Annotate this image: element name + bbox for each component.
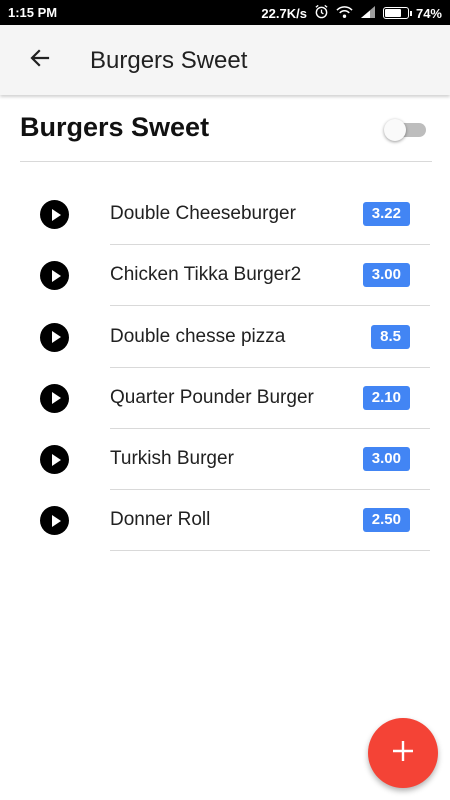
list-item-body: Chicken Tikka Burger2 3.00 bbox=[110, 245, 430, 307]
arrow-left-icon bbox=[28, 46, 52, 75]
list-item-body: Turkish Burger 3.00 bbox=[110, 429, 430, 491]
list-item[interactable]: Double Cheeseburger 3.22 bbox=[0, 184, 450, 245]
price-badge: 3.00 bbox=[362, 447, 410, 472]
price-badge: 2.10 bbox=[362, 385, 410, 410]
battery-percent: 74% bbox=[415, 5, 442, 21]
battery-fill bbox=[384, 9, 401, 17]
item-name: Double chesse pizza bbox=[110, 325, 286, 347]
play-icon[interactable] bbox=[40, 383, 69, 413]
back-button[interactable] bbox=[20, 42, 60, 78]
signal-icon bbox=[360, 5, 376, 22]
price-badge: 3.22 bbox=[362, 202, 410, 226]
price-badge: 8.5 bbox=[371, 324, 410, 349]
play-icon[interactable] bbox=[40, 445, 69, 475]
play-icon[interactable] bbox=[40, 261, 69, 291]
status-bar: 1:15 PM 22.7K/s 74% bbox=[0, 0, 450, 25]
list-item[interactable]: Chicken Tikka Burger2 3.00 bbox=[0, 245, 450, 307]
alarm-icon bbox=[314, 4, 329, 22]
list-item[interactable]: Double chesse pizza 8.5 bbox=[0, 307, 450, 368]
item-name: Double Cheeseburger bbox=[110, 203, 296, 224]
wifi-icon bbox=[336, 5, 353, 22]
play-icon[interactable] bbox=[40, 200, 69, 229]
battery-icon bbox=[382, 7, 412, 19]
list-item-body: Donner Roll 2.50 bbox=[110, 490, 430, 552]
price-badge: 3.00 bbox=[362, 263, 410, 288]
plus-icon bbox=[392, 740, 414, 767]
toggle-thumb bbox=[384, 119, 406, 141]
item-name: Quarter Pounder Burger bbox=[110, 386, 314, 408]
toolbar-title: Burgers Sweet bbox=[90, 47, 248, 74]
play-icon[interactable] bbox=[40, 322, 69, 352]
status-icons: 22.7K/s 74% bbox=[261, 4, 442, 22]
item-name: Chicken Tikka Burger2 bbox=[110, 264, 302, 286]
list-item-body: Quarter Pounder Burger 2.10 bbox=[110, 368, 430, 429]
toggle-switch[interactable] bbox=[384, 119, 430, 141]
status-time: 1:15 PM bbox=[8, 5, 58, 20]
item-name: Donner Roll bbox=[110, 509, 211, 531]
play-icon[interactable] bbox=[40, 506, 69, 536]
list-item[interactable]: Turkish Burger 3.00 bbox=[0, 429, 450, 491]
list-item[interactable]: Donner Roll 2.50 bbox=[0, 490, 450, 552]
page-title: Burgers Sweet bbox=[20, 112, 210, 142]
list-item-body: Double Cheeseburger 3.22 bbox=[110, 184, 430, 245]
add-item-fab[interactable] bbox=[368, 718, 438, 788]
list-item-body: Double chesse pizza 8.5 bbox=[110, 307, 430, 368]
price-badge: 2.50 bbox=[362, 508, 410, 533]
menu-item-list: Double Cheeseburger 3.22 Chicken Tikka B… bbox=[0, 184, 450, 552]
app-toolbar: Burgers Sweet bbox=[0, 25, 450, 95]
header-row: Burgers Sweet bbox=[20, 110, 432, 162]
item-name: Turkish Burger bbox=[110, 448, 234, 470]
list-item[interactable]: Quarter Pounder Burger 2.10 bbox=[0, 368, 450, 429]
network-speed: 22.7K/s bbox=[261, 5, 307, 21]
